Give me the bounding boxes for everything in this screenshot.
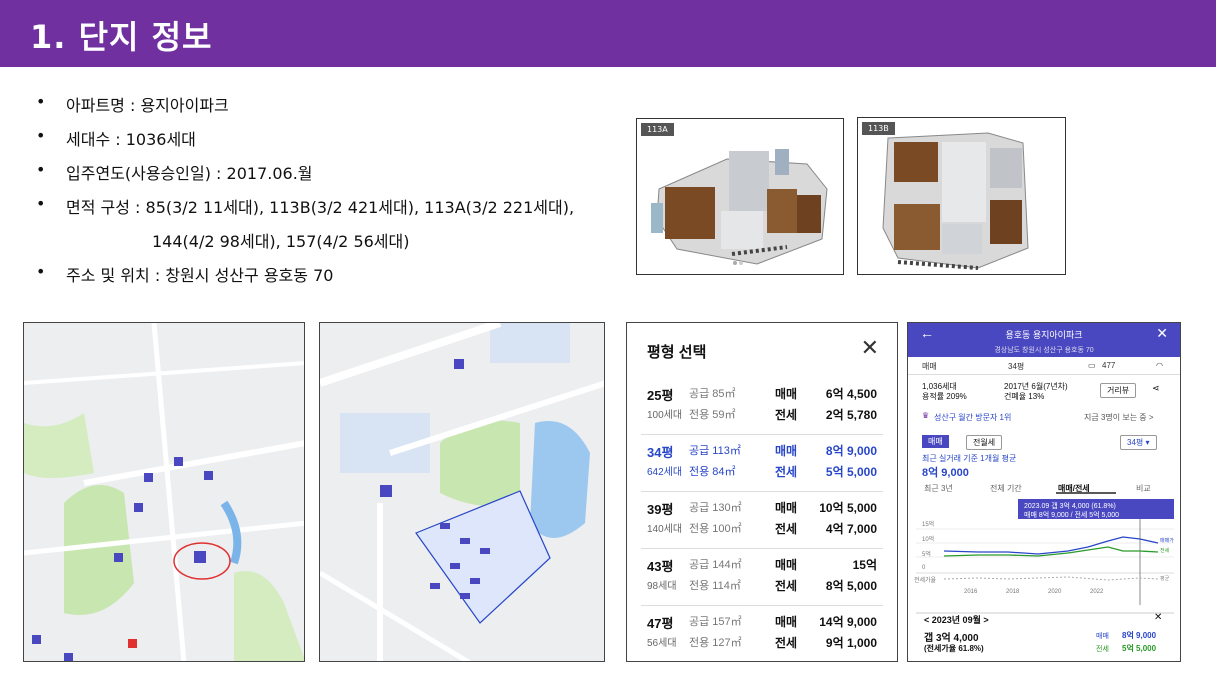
exclusive-area: 전용 59㎡ [689,409,736,421]
ratio-axis-label: 전세가율 [914,578,937,584]
list-item-text: 입주연도(사용승인일) : 2017.06.월 [66,164,313,183]
pyeong-row[interactable]: 39평 140세대 공급 130㎡ 전용 100㎡ 매매 전세 10억 5,00… [627,491,897,548]
floorplan-113b[interactable]: 113B [857,117,1066,275]
list-item-text: 144(4/2 98세대), 157(4/2 56세대) [152,232,410,251]
exclusive-area: 전용 114㎡ [689,580,741,592]
price-chart [916,492,1174,614]
month-selector[interactable]: < 2023년 09월 > [924,613,989,626]
sale-price: 14억 9,000 [819,615,877,629]
exclusive-area: 전용 100㎡ [689,523,742,535]
pyeong-row-selected[interactable]: 34평 642세대 공급 113㎡ 전용 84㎡ 매매 전세 8억 9,000 … [627,434,897,491]
real-estate-app-panel: ← 용호동 용지아이파크 ✕ 경상남도 창원시 성산구 용호동 70 매매 34… [907,322,1181,662]
bullet-dot: • [36,160,46,179]
x-tick-2022: 2022 [1090,589,1104,595]
supply-area: 공급 157㎡ [689,616,742,628]
floorplan-tag: 113B [862,122,895,135]
ratio-series-line [943,576,1159,581]
legend-jeonse: 전세 [1160,548,1170,554]
list-item-text: 세대수 : 1036세대 [66,130,196,149]
summary-jeonse-value: 5억 5,000 [1122,644,1157,653]
jeonse-price: 4억 7,000 [825,522,877,536]
jeonse-label: 전세 [775,522,798,536]
x-tick-2018: 2018 [1006,589,1020,595]
list-item-text: 주소 및 위치 : 창원시 성산구 용호동 70 [66,266,334,285]
map-graphic [320,323,604,661]
household-count: 140세대 [647,524,683,535]
exclusive-area: 전용 127㎡ [689,637,742,649]
household-count: 98세대 [647,581,677,592]
sale-price: 15억 [852,558,877,572]
row-divider [641,434,883,435]
location-map-wide[interactable] [23,322,305,662]
sale-label: 매매 [775,501,798,515]
supply-area: 공급 113㎡ [689,445,741,457]
supply-area: 공급 85㎡ [689,388,736,400]
row-divider [641,491,883,492]
legend-sale: 매매가 [1160,538,1174,544]
bullet-dot: • [36,126,46,145]
bullet-dot: • [36,194,46,213]
summary-jeonse-label: 전세 [1096,646,1109,653]
summary-sale-label: 매매 [1096,633,1109,640]
supply-area: 공급 144㎡ [689,559,742,571]
jeonse-label: 전세 [775,408,798,422]
row-divider [641,548,883,549]
pyeong-row[interactable]: 25평 100세대 공급 85㎡ 전용 59㎡ 매매 전세 6억 4,500 2… [627,377,897,434]
floorplan-113a[interactable]: 113A [636,118,844,275]
page-title: 1. 단지 정보 [30,18,213,56]
x-tick-2020: 2020 [1048,589,1062,595]
close-icon[interactable]: ✕ [1154,612,1162,623]
floorplan-tag: 113A [641,123,674,136]
pyeong-row[interactable]: 43평 98세대 공급 144㎡ 전용 114㎡ 매매 전세 15억 8억 5,… [627,548,897,605]
sale-label: 매매 [775,615,798,629]
x-tick-2016: 2016 [964,589,978,595]
floorplan-drawing [651,149,828,265]
household-count: 56세대 [647,638,677,649]
bullet-dot: • [36,92,46,111]
summary-sale-value: 8억 9,000 [1122,631,1157,640]
pyeong-size: 25평 [647,388,674,403]
pyeong-size: 43평 [647,559,674,574]
sale-price: 10억 5,000 [819,501,877,515]
location-map-zoomed[interactable] [319,322,605,662]
jeonse-label: 전세 [775,465,798,479]
jeonse-label: 전세 [775,579,798,593]
row-divider [641,605,883,606]
map-graphic [24,323,304,661]
pyeong-select-panel: 평형 선택 ✕ 25평 100세대 공급 85㎡ 전용 59㎡ 매매 전세 6억… [626,322,898,662]
sale-price: 6억 4,500 [825,387,877,401]
sale-price: 8억 9,000 [825,444,877,458]
household-count: 100세대 [647,410,683,421]
sale-label: 매매 [775,387,798,401]
gap-ratio: (전세가율 61.8%) [924,644,984,653]
floorplan-drawing [882,132,1029,270]
y-tick-10: 10억 [922,537,935,543]
gap-value: 갭 3억 4,000 [924,633,979,644]
y-tick-5: 5억 [922,552,931,558]
jeonse-label: 전세 [775,636,798,650]
y-tick-0: 0 [922,565,926,571]
exclusive-area: 전용 84㎡ [689,466,736,478]
sale-label: 매매 [775,444,798,458]
tooltip-line-2: 매매 8억 9,000 / 전세 5억 5,000 [1024,512,1120,519]
supply-area: 공급 130㎡ [689,502,742,514]
legend-average: 평균 [1160,576,1170,582]
pyeong-size: 34평 [647,445,674,460]
pyeong-size: 39평 [647,502,674,517]
list-item-text: 아파트명 : 용지아이파크 [66,96,229,115]
pyeong-size: 47평 [647,616,674,631]
household-count: 642세대 [647,467,683,478]
jeonse-price: 8억 5,000 [825,579,877,593]
close-icon[interactable]: ✕ [861,335,879,361]
list-item-text: 면적 구성 : 85(3/2 11세대), 113B(3/2 421세대), 1… [66,198,575,217]
jeonse-price: 2억 5,780 [825,408,877,422]
y-tick-15: 15억 [922,522,935,528]
header-bar: 1. 단지 정보 [0,0,1216,67]
pyeong-row[interactable]: 47평 56세대 공급 157㎡ 전용 127㎡ 매매 전세 14억 9,000… [627,605,897,662]
sale-label: 매매 [775,558,798,572]
jeonse-price: 5억 5,000 [825,465,877,479]
jeonse-price: 9억 1,000 [825,636,877,650]
panel-title: 평형 선택 [647,344,707,361]
bullet-dot: • [36,262,46,281]
